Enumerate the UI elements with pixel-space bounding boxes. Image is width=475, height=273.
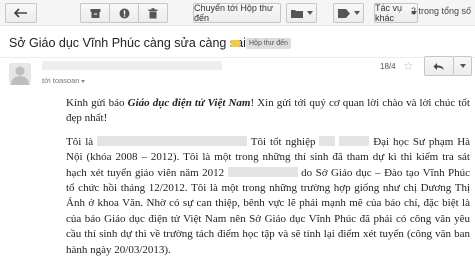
inbox-label-badge[interactable]: Hộp thư đến <box>246 38 291 49</box>
redacted-major-2 <box>339 135 370 146</box>
labels-button[interactable] <box>333 3 364 23</box>
archive-button[interactable] <box>80 3 110 23</box>
important-marker-icon[interactable] <box>231 40 240 47</box>
message-body: Kính gửi báo Giáo dục điện tử Việt Nam! … <box>40 96 470 266</box>
trash-icon <box>148 7 158 18</box>
greeting-text-start: Kính gửi báo <box>66 97 128 109</box>
move-to-inbox-label: Chuyển tới Hộp thư đến <box>194 3 273 23</box>
move-to-inbox-button[interactable]: Chuyển tới Hộp thư đến <box>193 3 281 23</box>
spam-icon <box>119 8 129 18</box>
subject-row: Sở Giáo dục Vĩnh Phúc càng sửa càng sai … <box>0 26 475 58</box>
more-actions-label: Tác vụ khác <box>375 3 403 23</box>
case-text: do Sở Giáo dục – Đào tạo Vĩnh Phúc tổ ch… <box>66 166 471 256</box>
sender-name-redacted <box>42 61 222 70</box>
archive-icon <box>90 8 100 18</box>
redacted-detail <box>227 166 298 177</box>
delete-button[interactable] <box>139 3 168 23</box>
chevron-down-icon <box>459 64 466 68</box>
person-icon <box>11 66 29 85</box>
move-to-folder-button[interactable] <box>286 3 317 23</box>
report-spam-button[interactable] <box>110 3 139 23</box>
tag-icon <box>337 8 350 18</box>
pager-text: 2 trong tổng số <box>410 6 471 16</box>
chevron-down-icon <box>306 11 313 15</box>
intro-name-text: Tôi là <box>66 135 94 148</box>
recipient-line[interactable]: tới toasoan <box>42 76 86 85</box>
redacted-name <box>97 135 248 146</box>
star-icon[interactable]: ☆ <box>403 60 414 72</box>
chevron-down-icon <box>353 11 360 15</box>
newspaper-name: Giáo dục điện tử Việt Nam <box>127 97 251 109</box>
chevron-down-icon <box>81 79 86 83</box>
arrow-left-icon <box>14 8 27 18</box>
folder-icon <box>290 9 303 18</box>
graduation-text: Tôi tốt nghiệp <box>250 135 316 148</box>
toolbar: Chuyển tới Hộp thư đến Tác vụ khác 2 tro… <box>0 0 475 26</box>
back-button[interactable] <box>5 3 37 23</box>
avatar <box>9 63 31 85</box>
main-paragraph: Tôi là Tôi tốt nghiệp Đại học Sư phạm Hà… <box>40 135 470 258</box>
reply-icon <box>433 62 444 70</box>
message-more-button[interactable] <box>454 56 472 76</box>
message-subject: Sở Giáo dục Vĩnh Phúc càng sửa càng sai <box>9 36 246 50</box>
message-date: 18/4 <box>380 62 396 71</box>
reply-button[interactable] <box>424 56 454 76</box>
redacted-major <box>319 135 336 146</box>
greeting-paragraph: Kính gửi báo Giáo dục điện tử Việt Nam! … <box>40 96 470 127</box>
recipient-text: tới toasoan <box>42 76 80 85</box>
